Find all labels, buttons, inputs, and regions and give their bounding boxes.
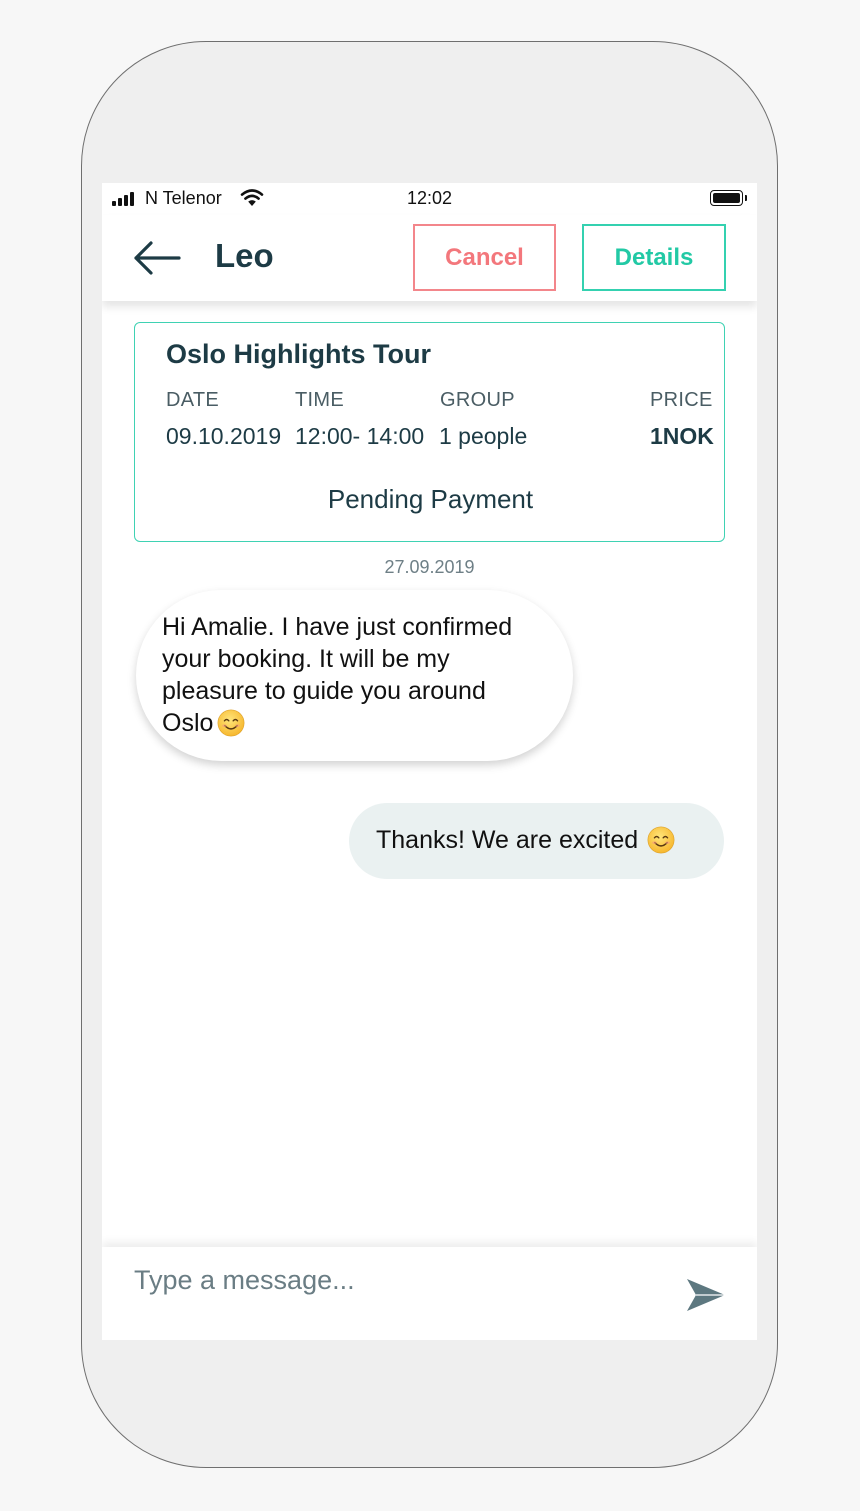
message-composer [102, 1247, 757, 1340]
time-label: TIME [295, 389, 344, 411]
booking-status: Pending Payment [327, 484, 534, 514]
date-label: DATE [166, 389, 220, 411]
date-separator: 27.09.2019 [384, 557, 475, 577]
message-line: Hi Amalie. I have just confirmed [162, 613, 513, 641]
message-line: pleasure to guide you around [162, 677, 486, 705]
status-bar: N Telenor 12:02 [102, 183, 757, 215]
group-value: 1 people [439, 423, 528, 449]
chat-header: Leo Cancel Details [102, 215, 757, 301]
battery-icon [710, 190, 743, 206]
arrow-left-icon[interactable] [130, 235, 182, 281]
booking-card[interactable]: Oslo Highlights Tour DATE TIME GROUP PRI… [134, 322, 725, 542]
price-value: 1NOK [650, 423, 714, 449]
time-value: 12:00- 14:00 [295, 423, 425, 449]
message-input[interactable] [132, 1259, 676, 1301]
battery-cap [745, 195, 747, 201]
message-line-last: Oslo [162, 707, 549, 739]
smiling-face-emoji-icon [647, 826, 675, 854]
message-line: Oslo [162, 709, 214, 737]
details-button[interactable]: Details [582, 224, 726, 291]
message-line: your booking. It will be my [162, 645, 450, 673]
cancel-button[interactable]: Cancel [413, 224, 556, 291]
smiling-face-emoji-icon [217, 709, 245, 737]
tour-name: Oslo Highlights Tour [166, 339, 431, 369]
chat-screen: N Telenor 12:02 Leo Cancel Details Oslo … [102, 183, 757, 1340]
contact-name: Leo [215, 237, 274, 274]
incoming-message: Hi Amalie. I have just confirmed your bo… [136, 590, 573, 761]
message-text: Thanks! We are excited [376, 826, 639, 854]
group-label: GROUP [440, 389, 515, 411]
send-icon[interactable] [685, 1276, 727, 1314]
date-value: 09.10.2019 [166, 423, 282, 449]
price-label: PRICE [650, 389, 713, 411]
outgoing-message: Thanks! We are excited [349, 803, 724, 879]
status-time: 12:02 [406, 188, 453, 208]
